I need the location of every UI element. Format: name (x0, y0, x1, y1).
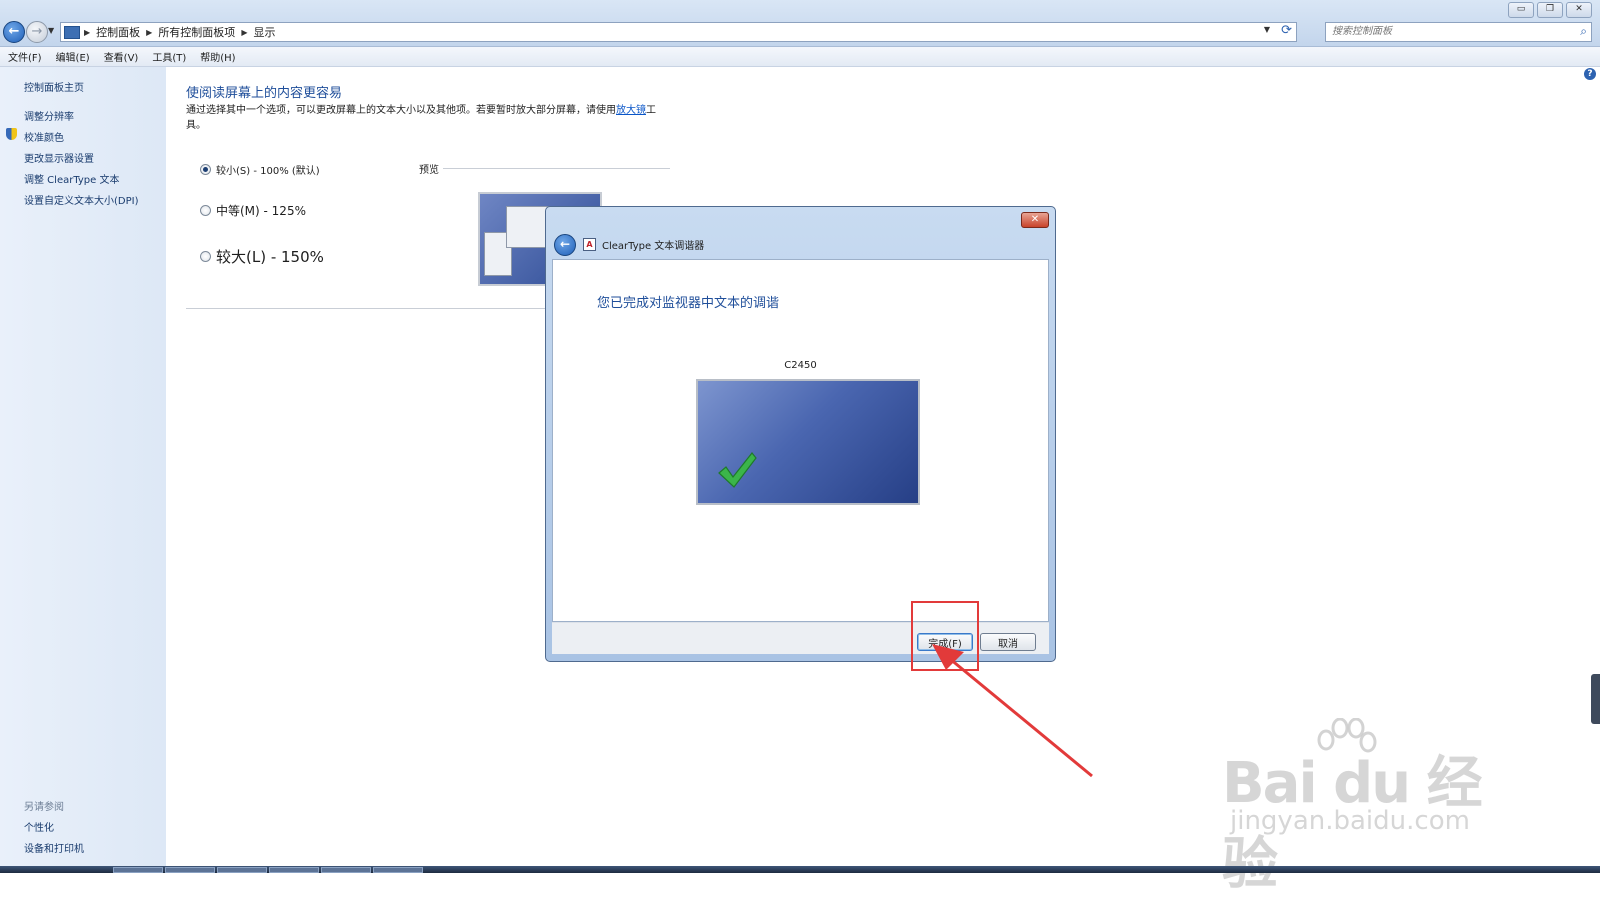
dialog-body: 您已完成对监视器中文本的调谐 C2450 (552, 259, 1049, 622)
control-panel-icon (64, 25, 80, 39)
menu-edit[interactable]: 编辑(E) (56, 49, 90, 64)
baidu-watermark: Bai du 经验 jingyan.baidu.com (1222, 718, 1522, 897)
watermark-brand: Bai du 经验 (1222, 751, 1483, 897)
address-bar[interactable]: ▶ 控制面板 ▶ 所有控制面板项 ▶ 显示 ▼ ⟳ (60, 22, 1297, 42)
sidebar-item-display-settings[interactable]: 更改显示器设置 (24, 150, 94, 165)
preview-label: 预览 (419, 165, 439, 176)
taskbar-item[interactable] (217, 867, 267, 873)
page-title: 使阅读屏幕上的内容更容易 (186, 86, 343, 101)
taskbar-item[interactable] (269, 867, 319, 873)
search-box[interactable]: ⌕ (1325, 22, 1592, 42)
breadcrumb-control-panel[interactable]: 控制面板 (96, 24, 140, 40)
option-smaller-label: 较小(S) - 100% (默认) (216, 166, 320, 177)
radio-medium[interactable] (200, 205, 211, 216)
sidebar-item-devices-printers[interactable]: 设备和打印机 (24, 840, 84, 855)
preview-divider (443, 168, 670, 169)
menu-bar: 文件(F) 编辑(E) 查看(V) 工具(T) 帮助(H) (0, 47, 1600, 67)
taskbar-item[interactable] (165, 867, 215, 873)
search-icon[interactable]: ⌕ (1580, 24, 1587, 39)
search-input[interactable] (1326, 23, 1568, 39)
dialog-title: ClearType 文本调谐器 (602, 241, 705, 252)
annotation-arrow-icon (932, 644, 1093, 778)
dialog-close-button[interactable]: ✕ (1021, 212, 1049, 228)
taskbar-item[interactable] (113, 867, 163, 873)
recent-pages-dropdown-icon[interactable]: ▼ (48, 26, 54, 35)
option-smaller[interactable]: 较小(S) - 100% (默认) (200, 162, 320, 177)
dialog-heading: 您已完成对监视器中文本的调谐 (597, 296, 780, 311)
shield-icon (6, 128, 17, 140)
monitor-name: C2450 (784, 360, 817, 371)
title-bar: ▭ ❐ ✕ ← → ▼ ▶ 控制面板 ▶ 所有控制面板项 ▶ 显示 ▼ ⟳ ⌕ (0, 0, 1600, 47)
option-larger[interactable]: 较大(L) - 150% (200, 246, 324, 267)
main-divider (186, 308, 548, 309)
sidebar-item-home[interactable]: 控制面板主页 (24, 79, 84, 94)
back-arrow-icon[interactable]: ← (3, 21, 25, 43)
description-text: 通过选择其中一个选项，可以更改屏幕上的文本大小以及其他项。若要暂时放大部分屏幕，… (186, 105, 616, 116)
forward-arrow-icon[interactable]: → (26, 21, 48, 43)
checkmark-icon (718, 452, 757, 488)
cleartype-app-icon: A (583, 238, 596, 251)
refresh-icon[interactable]: ⟳ (1281, 23, 1292, 38)
sidebar-item-cleartype[interactable]: 调整 ClearType 文本 (24, 171, 119, 186)
breadcrumb-separator-icon: ▶ (84, 27, 91, 37)
breadcrumb-all-items[interactable]: 所有控制面板项 (158, 24, 235, 40)
breadcrumb-separator-icon: ▶ (146, 27, 153, 37)
dialog-back-arrow-icon[interactable]: ← (554, 234, 576, 256)
breadcrumb-display[interactable]: 显示 (253, 24, 275, 40)
taskbar-item[interactable] (373, 867, 423, 873)
help-icon[interactable]: ? (1584, 68, 1596, 80)
menu-view[interactable]: 查看(V) (104, 49, 139, 64)
breadcrumb-separator-icon: ▶ (241, 27, 248, 37)
cleartype-dialog: ✕ ← A ClearType 文本调谐器 您已完成对监视器中文本的调谐 C24… (545, 206, 1056, 662)
radio-smaller[interactable] (200, 164, 211, 175)
watermark-url: jingyan.baidu.com (1230, 806, 1470, 836)
taskbar-item[interactable] (321, 867, 371, 873)
monitor-illustration (696, 379, 920, 505)
sidebar: 控制面板主页 调整分辨率 校准颜色 更改显示器设置 调整 ClearType 文… (0, 67, 166, 867)
see-also-heading: 另请参阅 (24, 802, 64, 813)
sidebar-item-personalize[interactable]: 个性化 (24, 819, 54, 834)
magnifier-link[interactable]: 放大镜 (616, 105, 646, 116)
option-medium[interactable]: 中等(M) - 125% (200, 202, 306, 219)
menu-file[interactable]: 文件(F) (8, 49, 42, 64)
sidebar-item-calibrate-color[interactable]: 校准颜色 (24, 129, 64, 144)
baidu-paw-logo-icon (1317, 718, 1377, 753)
option-medium-label: 中等(M) - 125% (216, 204, 306, 218)
window-controls: ▭ ❐ ✕ (1508, 2, 1592, 18)
radio-larger[interactable] (200, 251, 211, 262)
menu-help[interactable]: 帮助(H) (200, 49, 235, 64)
sidebar-item-resolution[interactable]: 调整分辨率 (24, 108, 74, 123)
minimize-button[interactable]: ▭ (1508, 2, 1534, 18)
restore-button[interactable]: ❐ (1537, 2, 1563, 18)
sidebar-item-custom-dpi[interactable]: 设置自定义文本大小(DPI) (24, 192, 138, 207)
page-description: 通过选择其中一个选项，可以更改屏幕上的文本大小以及其他项。若要暂时放大部分屏幕，… (186, 103, 656, 133)
edge-panel-tab[interactable] (1591, 674, 1600, 724)
close-button[interactable]: ✕ (1566, 2, 1592, 18)
address-dropdown-icon[interactable]: ▼ (1264, 25, 1270, 34)
menu-tools[interactable]: 工具(T) (152, 49, 186, 64)
option-larger-label: 较大(L) - 150% (216, 248, 324, 266)
